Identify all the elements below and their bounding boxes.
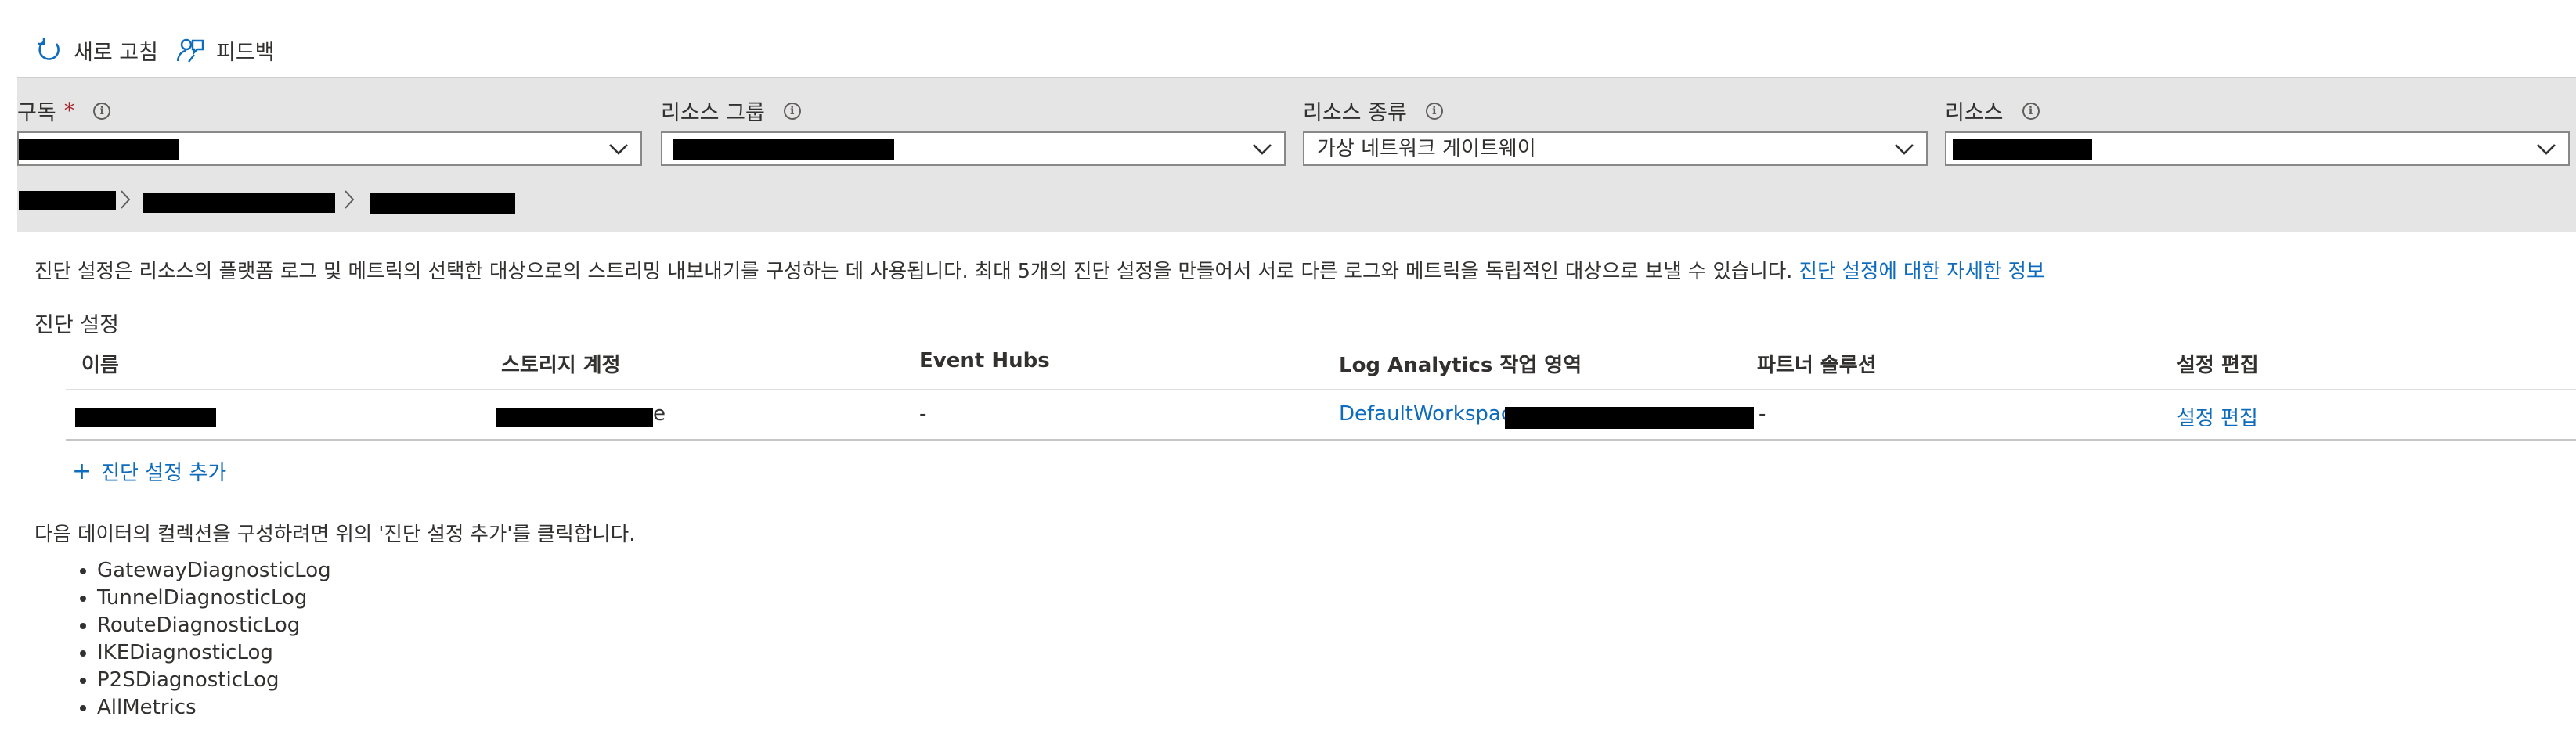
resource-dropdown[interactable] [1945, 131, 2570, 166]
setting-name-redacted [75, 408, 216, 427]
refresh-icon [34, 36, 63, 64]
redacted-block [1953, 139, 2092, 160]
section-title: 진단 설정 [34, 313, 119, 337]
learn-more-link[interactable]: 진단 설정에 대한 자세한 정보 [1799, 260, 2045, 283]
partner-cell: - [1759, 402, 1766, 426]
info-icon[interactable]: i [2022, 102, 2040, 120]
chevron-down-icon [1253, 144, 1272, 155]
breadcrumb-item[interactable] [143, 193, 335, 213]
chevron-down-icon [2537, 144, 2556, 155]
resource-type-label-text: 리소스 종류 [1303, 101, 1407, 125]
description-text: 진단 설정은 리소스의 플랫폼 로그 및 메트릭의 선택한 대상으로의 스트리밍… [34, 260, 1793, 283]
storage-account-suffix: e [653, 402, 666, 426]
required-mark: * [63, 99, 75, 123]
list-item: TunnelDiagnosticLog [97, 585, 331, 612]
info-icon[interactable]: i [783, 102, 801, 120]
edit-setting-link[interactable]: 설정 편집 [2177, 402, 2258, 431]
info-icon[interactable]: i [93, 102, 111, 120]
subscription-label-text: 구독 [17, 101, 56, 125]
list-item: RouteDiagnosticLog [97, 612, 331, 639]
plus-icon: + [72, 457, 92, 485]
col-header-storage: 스토리지 계정 [501, 354, 621, 377]
workspace-link[interactable]: DefaultWorkspace- [1339, 402, 1532, 426]
resource-group-label-text: 리소스 그룹 [661, 101, 765, 125]
list-item: P2SDiagnosticLog [97, 667, 331, 694]
col-header-log-analytics: Log Analytics 작업 영역 [1339, 354, 1582, 377]
resource-type-value: 가상 네트워크 게이트웨이 [1317, 137, 1536, 160]
redacted-block [673, 139, 894, 160]
list-item: GatewayDiagnosticLog [97, 557, 331, 585]
col-header-edit: 설정 편집 [2177, 354, 2259, 377]
feedback-icon [175, 36, 205, 64]
resource-label: 리소스 i [1945, 95, 2040, 126]
resource-group-dropdown[interactable] [661, 131, 1286, 166]
event-hubs-cell: - [919, 402, 927, 426]
feedback-button[interactable]: 피드백 [175, 31, 275, 69]
redacted-block [19, 139, 179, 160]
breadcrumb-item [370, 193, 515, 214]
refresh-label: 새로 고침 [74, 40, 158, 65]
list-item: AllMetrics [97, 694, 331, 722]
category-list: GatewayDiagnosticLog TunnelDiagnosticLog… [55, 557, 331, 722]
list-item: IKEDiagnosticLog [97, 639, 331, 667]
resource-label-text: 리소스 [1945, 101, 2004, 125]
col-header-event-hubs: Event Hubs [919, 349, 1050, 372]
col-header-partner: 파트너 솔루션 [1757, 354, 1877, 377]
description: 진단 설정은 리소스의 플랫폼 로그 및 메트릭의 선택한 대상으로의 스트리밍… [34, 255, 2044, 284]
resource-type-label: 리소스 종류 i [1303, 95, 1443, 126]
resource-group-label: 리소스 그룹 i [661, 95, 801, 126]
col-header-name: 이름 [81, 354, 119, 377]
feedback-label: 피드백 [216, 40, 275, 65]
table-row-divider [66, 439, 2576, 441]
table-header-divider [66, 389, 2576, 390]
refresh-button[interactable]: 새로 고침 [34, 31, 158, 69]
resource-type-dropdown[interactable]: 가상 네트워크 게이트웨이 [1303, 131, 1928, 166]
subscription-label: 구독 * i [17, 95, 111, 126]
chevron-down-icon [1895, 144, 1914, 155]
storage-account-redacted [496, 408, 653, 427]
chevron-right-icon [121, 190, 131, 209]
info-icon[interactable]: i [1425, 102, 1443, 120]
chevron-down-icon [609, 144, 628, 155]
collection-note: 다음 데이터의 컬렉션을 구성하려면 위의 '진단 설정 추가'를 클릭합니다. [34, 523, 636, 546]
add-diagnostic-setting-label: 진단 설정 추가 [101, 462, 227, 485]
add-diagnostic-setting-button[interactable]: + 진단 설정 추가 [72, 457, 226, 486]
workspace-redacted [1505, 407, 1754, 429]
subscription-dropdown[interactable] [17, 131, 642, 166]
breadcrumb-item[interactable] [19, 191, 116, 210]
chevron-right-icon [345, 190, 355, 209]
